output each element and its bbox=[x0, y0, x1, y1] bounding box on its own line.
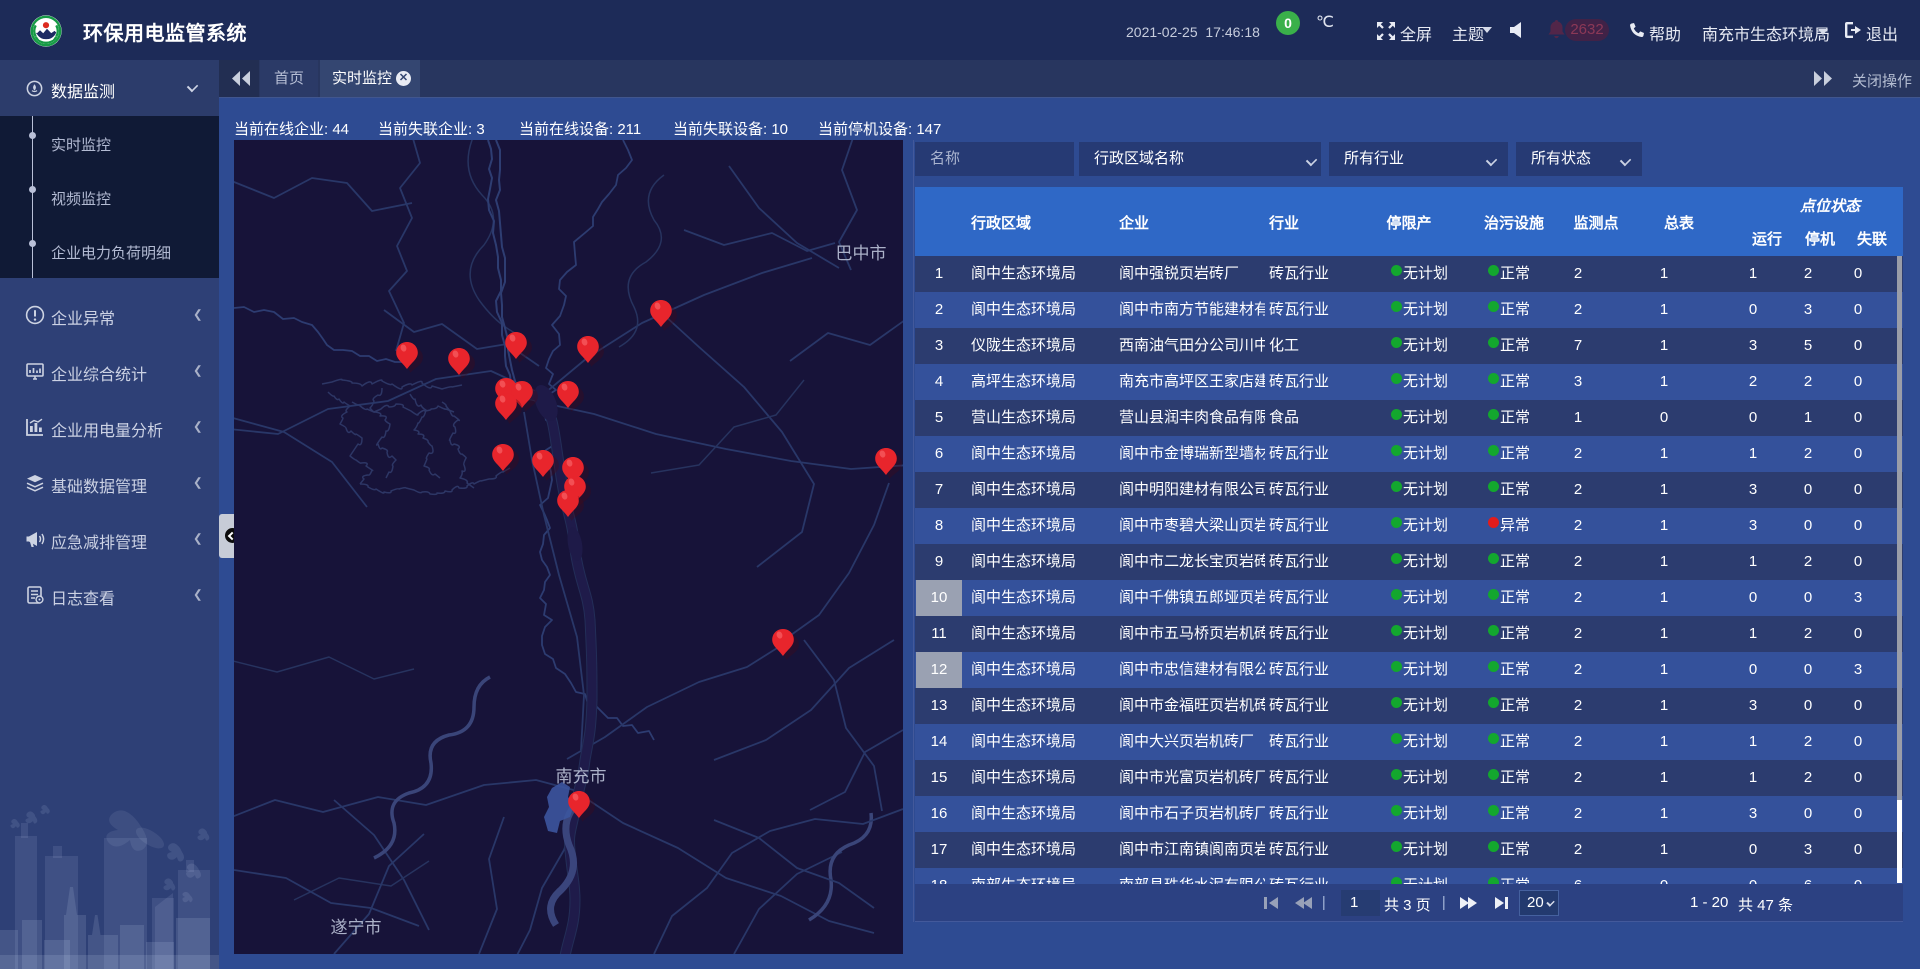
svg-text:巴中市: 巴中市 bbox=[836, 244, 887, 263]
svg-text:南充市: 南充市 bbox=[556, 767, 607, 786]
svg-text:遂宁市: 遂宁市 bbox=[331, 918, 382, 937]
